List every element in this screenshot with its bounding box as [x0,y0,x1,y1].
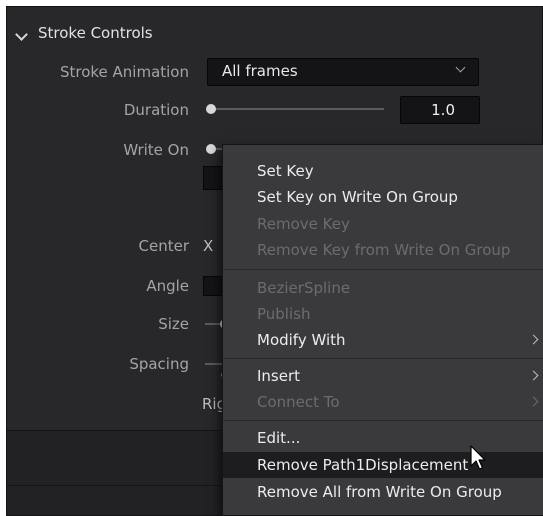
menu-item-label: Modify With [257,331,346,349]
menu-separator [223,420,543,421]
angle-label: Angle [146,277,189,295]
stroke-animation-label: Stroke Animation [59,63,189,81]
menu-item-label: Remove Key from Write On Group [257,241,511,259]
pointer-cursor-icon [470,445,486,470]
stroke-animation-value: All frames [222,62,298,80]
menu-item-modify-with[interactable]: Modify With [223,327,543,353]
menu-item-remove-key-from-write-on-group: Remove Key from Write On Group [223,237,543,263]
chevron-right-icon [528,334,539,345]
center-x-label: X [203,237,214,255]
duration-slider-handle[interactable] [206,104,216,114]
duration-input[interactable]: 1.0 [400,96,480,124]
spacing-label: Spacing [129,355,189,373]
write-on-label: Write On [123,141,189,159]
context-menu: Set Key Set Key on Write On Group Remove… [222,144,543,516]
menu-item-remove-path1displacement[interactable]: Remove Path1Displacement [223,452,543,478]
menu-item-label: Publish [257,305,311,323]
chevron-right-icon [528,396,539,407]
menu-item-label: Set Key on Write On Group [257,188,458,206]
menu-separator [223,358,543,359]
duration-label: Duration [123,101,189,119]
chevron-right-icon [528,370,539,381]
chevron-down-icon[interactable] [15,28,28,41]
menu-separator [223,269,543,270]
center-label: Center [138,237,190,255]
size-label: Size [158,315,189,333]
menu-item-remove-key: Remove Key [223,211,543,237]
menu-item-label: Connect To [257,393,340,411]
menu-item-edit[interactable]: Edit... [223,425,543,451]
menu-item-insert[interactable]: Insert [223,363,543,389]
menu-item-remove-all-from-write-on-group[interactable]: Remove All from Write On Group [223,479,543,505]
chevron-down-icon [455,62,466,73]
duration-value: 1.0 [431,101,455,119]
menu-item-set-key[interactable]: Set Key [223,158,543,184]
menu-item-set-key-on-write-on-group[interactable]: Set Key on Write On Group [223,184,543,210]
menu-item-label: Edit... [257,429,301,447]
menu-item-publish: Publish [223,301,543,327]
stroke-controls-header[interactable]: Stroke Controls [7,7,542,61]
menu-item-connect-to: Connect To [223,389,543,415]
menu-item-label: Set Key [257,162,314,180]
menu-item-label: Remove Key [257,215,350,233]
menu-item-label: BezierSpline [257,279,351,297]
menu-item-label: Insert [257,367,301,385]
menu-item-bezierspline: BezierSpline [223,275,543,301]
duration-slider-track[interactable] [212,108,384,110]
menu-item-label: Remove All from Write On Group [257,483,502,501]
stroke-animation-dropdown[interactable]: All frames [207,58,479,86]
section-title: Stroke Controls [38,24,153,42]
write-on-start-handle[interactable] [206,144,216,154]
menu-item-label: Remove Path1Displacement [257,456,469,474]
